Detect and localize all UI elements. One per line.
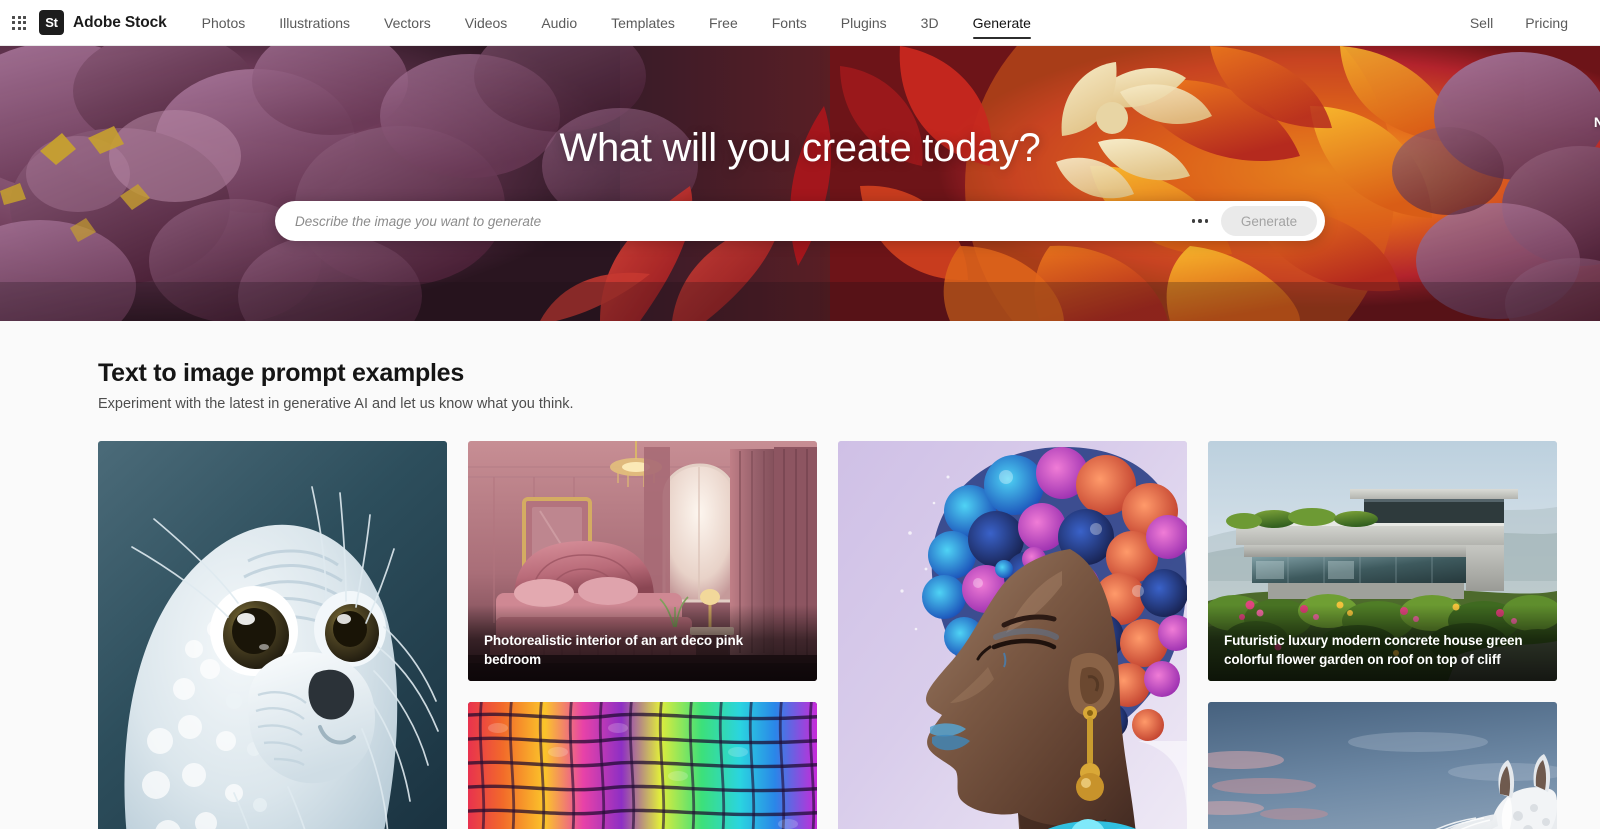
card-caption: Futuristic luxury modern concrete house … xyxy=(1208,605,1557,681)
nav-item-3d[interactable]: 3D xyxy=(904,0,956,46)
rainbow-scales-artwork xyxy=(468,702,817,829)
app-grid-dots xyxy=(12,15,26,30)
primary-nav: Photos Illustrations Vectors Videos Audi… xyxy=(185,0,1048,46)
ellipsis-icon[interactable] xyxy=(1183,205,1217,237)
prompt-examples-grid: Photorealistic interior of an art deco p… xyxy=(98,441,1557,829)
brand-name-label: Adobe Stock xyxy=(73,13,167,31)
stock-mark-icon: St xyxy=(39,10,64,35)
nav-item-audio[interactable]: Audio xyxy=(524,0,594,46)
hero-banner: N What will you create today? Generate xyxy=(0,46,1600,321)
bubble-hair-portrait-artwork xyxy=(838,441,1187,829)
adobe-stock-logo[interactable]: St Adobe Stock xyxy=(39,10,167,35)
nav-item-free[interactable]: Free xyxy=(692,0,755,46)
prompt-input[interactable] xyxy=(295,201,1183,241)
nav-item-illustrations[interactable]: Illustrations xyxy=(262,0,367,46)
nav-item-vectors[interactable]: Vectors xyxy=(367,0,448,46)
page-subtitle: Experiment with the latest in generative… xyxy=(98,396,574,412)
nav-item-sell[interactable]: Sell xyxy=(1454,0,1509,46)
nav-item-videos[interactable]: Videos xyxy=(448,0,525,46)
hero-content: What will you create today? Generate xyxy=(0,46,1600,321)
grid-column-4: Futuristic luxury modern concrete house … xyxy=(1208,441,1557,829)
white-horse-sky-artwork xyxy=(1208,702,1557,829)
app-grid-icon[interactable] xyxy=(2,15,36,30)
hero-new-badge: N xyxy=(1593,114,1600,130)
generate-button[interactable]: Generate xyxy=(1221,206,1317,236)
nav-item-fonts[interactable]: Fonts xyxy=(755,0,824,46)
card-caption: Photorealistic interior of an art deco p… xyxy=(468,605,817,681)
card-bubble-hair-portrait[interactable] xyxy=(838,441,1187,829)
card-white-horse-sky[interactable] xyxy=(1208,702,1557,829)
grid-column-1 xyxy=(98,441,447,829)
crochet-seal-artwork xyxy=(98,441,447,829)
nav-item-templates[interactable]: Templates xyxy=(594,0,692,46)
nav-item-photos[interactable]: Photos xyxy=(185,0,263,46)
nav-item-pricing[interactable]: Pricing xyxy=(1509,0,1584,46)
secondary-nav: Sell Pricing xyxy=(1454,0,1584,46)
hero-title: What will you create today? xyxy=(559,126,1041,170)
card-rainbow-scales[interactable] xyxy=(468,702,817,829)
grid-column-2: Photorealistic interior of an art deco p… xyxy=(468,441,817,829)
main-content: Text to image prompt examples Experiment… xyxy=(0,321,1600,829)
grid-column-3 xyxy=(838,441,1187,829)
nav-item-plugins[interactable]: Plugins xyxy=(824,0,904,46)
nav-item-generate[interactable]: Generate xyxy=(956,0,1048,46)
card-crochet-seal[interactable] xyxy=(98,441,447,829)
card-art-deco-bedroom[interactable]: Photorealistic interior of an art deco p… xyxy=(468,441,817,681)
generate-prompt-bar: Generate xyxy=(275,201,1325,241)
top-navigation-bar: St Adobe Stock Photos Illustrations Vect… xyxy=(0,0,1600,46)
card-concrete-cliff-house[interactable]: Futuristic luxury modern concrete house … xyxy=(1208,441,1557,681)
page-title: Text to image prompt examples xyxy=(98,359,464,387)
